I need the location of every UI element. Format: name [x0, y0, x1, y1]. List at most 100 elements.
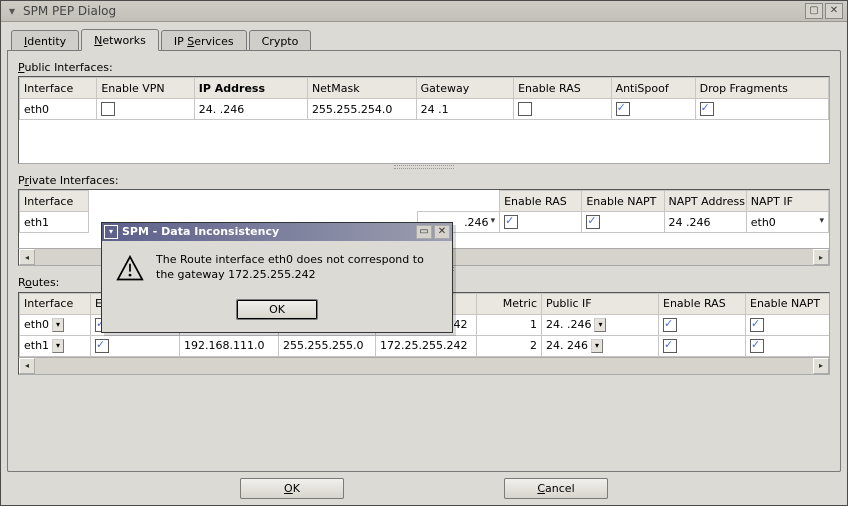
cell-netmask[interactable]: 255.255.254.0: [307, 99, 416, 120]
cell-interface[interactable]: eth1: [20, 212, 89, 233]
window-maximize-button[interactable]: ▢: [805, 3, 823, 19]
ok-button[interactable]: OK: [240, 478, 344, 499]
table-header-row: Interface Enable RAS Enable NAPT NAPT Ad…: [20, 191, 829, 212]
cell-enable-ras[interactable]: [514, 99, 611, 120]
cell-gateway[interactable]: 24 .1: [416, 99, 513, 120]
col-antispoof[interactable]: AntiSpoof: [611, 78, 695, 99]
cell-antispoof[interactable]: [611, 99, 695, 120]
checkbox-icon[interactable]: [616, 102, 630, 116]
table-row[interactable]: eth1▾ 192.168.111.0 255.255.255.0 172.25…: [20, 335, 831, 356]
checkbox-icon[interactable]: [518, 102, 532, 116]
checkbox-icon[interactable]: [504, 215, 518, 229]
routes-hscrollbar[interactable]: ◂ ▸: [18, 358, 830, 375]
scroll-right-button[interactable]: ▸: [813, 358, 829, 374]
col-enable-ras[interactable]: Enable RAS: [500, 191, 582, 212]
col-public-if[interactable]: Public IF: [542, 293, 659, 314]
private-interfaces-label: Private Interfaces:: [18, 174, 830, 187]
checkbox-icon[interactable]: [586, 215, 600, 229]
cell-netmask[interactable]: 255.255.255.0: [279, 335, 376, 356]
col-enable-vpn[interactable]: Enable VPN: [97, 78, 194, 99]
col-enable-napt[interactable]: Enable NAPT: [582, 191, 664, 212]
window-close-button[interactable]: ✕: [825, 3, 843, 19]
col-enable-ras[interactable]: Enable RAS: [514, 78, 611, 99]
public-interfaces-table[interactable]: Interface Enable VPN IP Address NetMask …: [18, 76, 830, 164]
cell-enable-napt[interactable]: [582, 212, 664, 233]
cell-metric[interactable]: 2: [477, 335, 542, 356]
col-enable-napt[interactable]: Enable NAPT: [746, 293, 831, 314]
tab-bar: Identity Networks IP Services Crypto: [11, 26, 841, 50]
tab-identity[interactable]: Identity: [11, 30, 79, 51]
cancel-button[interactable]: Cancel: [504, 478, 608, 499]
chevron-down-icon[interactable]: ▾: [52, 339, 64, 353]
checkbox-icon[interactable]: [95, 339, 109, 353]
col-interface[interactable]: Interface: [20, 293, 91, 314]
dialog-title: SPM - Data Inconsistency: [122, 225, 279, 238]
cell-enable-ras[interactable]: [659, 314, 746, 335]
splitter[interactable]: [18, 164, 830, 170]
main-window: ▾ SPM PEP Dialog ▢ ✕ Identity Networks I…: [0, 0, 848, 506]
checkbox-icon[interactable]: [663, 318, 677, 332]
cell-gateway[interactable]: 172.25.255.242: [376, 335, 477, 356]
cell-napt-if[interactable]: eth0: [746, 212, 828, 233]
dialog-close-button[interactable]: ✕: [434, 225, 450, 239]
chevron-down-icon[interactable]: ▾: [594, 318, 606, 332]
col-napt-address[interactable]: NAPT Address: [664, 191, 746, 212]
app-menu-icon[interactable]: ▾: [5, 4, 19, 18]
dialog-button-row: OK: [102, 295, 452, 332]
cell-enable-ras[interactable]: [500, 212, 582, 233]
cell-enable-vpn[interactable]: [91, 335, 180, 356]
checkbox-icon[interactable]: [700, 102, 714, 116]
window-titlebar[interactable]: ▾ SPM PEP Dialog ▢ ✕: [1, 1, 847, 22]
data-inconsistency-dialog: ▾ SPM - Data Inconsistency ▭ ✕ The Route…: [101, 222, 453, 333]
cell-public-if[interactable]: 24. .246▾: [542, 314, 659, 335]
dialog-titlebar[interactable]: ▾ SPM - Data Inconsistency ▭ ✕: [102, 223, 452, 241]
dialog-body: The Route interface eth0 does not corres…: [102, 241, 452, 295]
col-enable-ras[interactable]: Enable RAS: [659, 293, 746, 314]
cell-enable-ras[interactable]: [659, 335, 746, 356]
dialog-maximize-button[interactable]: ▭: [416, 225, 432, 239]
col-netmask[interactable]: NetMask: [307, 78, 416, 99]
dialog-message: The Route interface eth0 does not corres…: [156, 253, 438, 283]
cell-public-if[interactable]: 24. 246▾: [542, 335, 659, 356]
dialog-menu-icon[interactable]: ▾: [104, 225, 118, 239]
cell-network[interactable]: 192.168.111.0: [180, 335, 279, 356]
checkbox-icon[interactable]: [101, 102, 115, 116]
scroll-right-button[interactable]: ▸: [813, 249, 829, 265]
cell-interface[interactable]: eth0▾: [20, 314, 91, 335]
table-row[interactable]: eth0 24. .246 255.255.254.0 24 .1: [20, 99, 829, 120]
dialog-button-row: OK Cancel: [7, 478, 841, 499]
col-napt-if[interactable]: NAPT IF: [746, 191, 828, 212]
cell-interface[interactable]: eth0: [20, 99, 97, 120]
tab-ip-services[interactable]: IP Services: [161, 30, 247, 51]
checkbox-icon[interactable]: [750, 339, 764, 353]
checkbox-icon[interactable]: [750, 318, 764, 332]
tab-networks[interactable]: Networks: [81, 29, 159, 51]
chevron-down-icon[interactable]: ▾: [591, 339, 603, 353]
window-title: SPM PEP Dialog: [23, 4, 803, 18]
tab-crypto[interactable]: Crypto: [249, 30, 312, 51]
cell-napt-address[interactable]: 24 .246: [664, 212, 746, 233]
col-metric[interactable]: Metric: [477, 293, 542, 314]
cell-drop-fragments[interactable]: [695, 99, 828, 120]
cell-enable-vpn[interactable]: [97, 99, 194, 120]
scroll-track[interactable]: [35, 360, 813, 372]
chevron-down-icon[interactable]: ▾: [52, 318, 64, 332]
col-interface[interactable]: Interface: [20, 78, 97, 99]
cell-ip[interactable]: 24. .246: [194, 99, 307, 120]
col-gateway[interactable]: Gateway: [416, 78, 513, 99]
tab-crypto-label: Crypto: [262, 35, 299, 48]
warning-icon: [116, 255, 144, 283]
scroll-left-button[interactable]: ◂: [19, 249, 35, 265]
cell-metric[interactable]: 1: [477, 314, 542, 335]
scroll-left-button[interactable]: ◂: [19, 358, 35, 374]
checkbox-icon[interactable]: [663, 339, 677, 353]
cell-enable-napt[interactable]: [746, 314, 831, 335]
cell-interface[interactable]: eth1▾: [20, 335, 91, 356]
col-drop-fragments[interactable]: Drop Fragments: [695, 78, 828, 99]
table-header-row: Interface Enable VPN IP Address NetMask …: [20, 78, 829, 99]
dialog-ok-button[interactable]: OK: [236, 299, 318, 320]
cell-enable-napt[interactable]: [746, 335, 831, 356]
public-interfaces-label: Public Interfaces:: [18, 61, 830, 74]
col-interface[interactable]: Interface: [20, 191, 89, 212]
col-ip-address[interactable]: IP Address: [194, 78, 307, 99]
